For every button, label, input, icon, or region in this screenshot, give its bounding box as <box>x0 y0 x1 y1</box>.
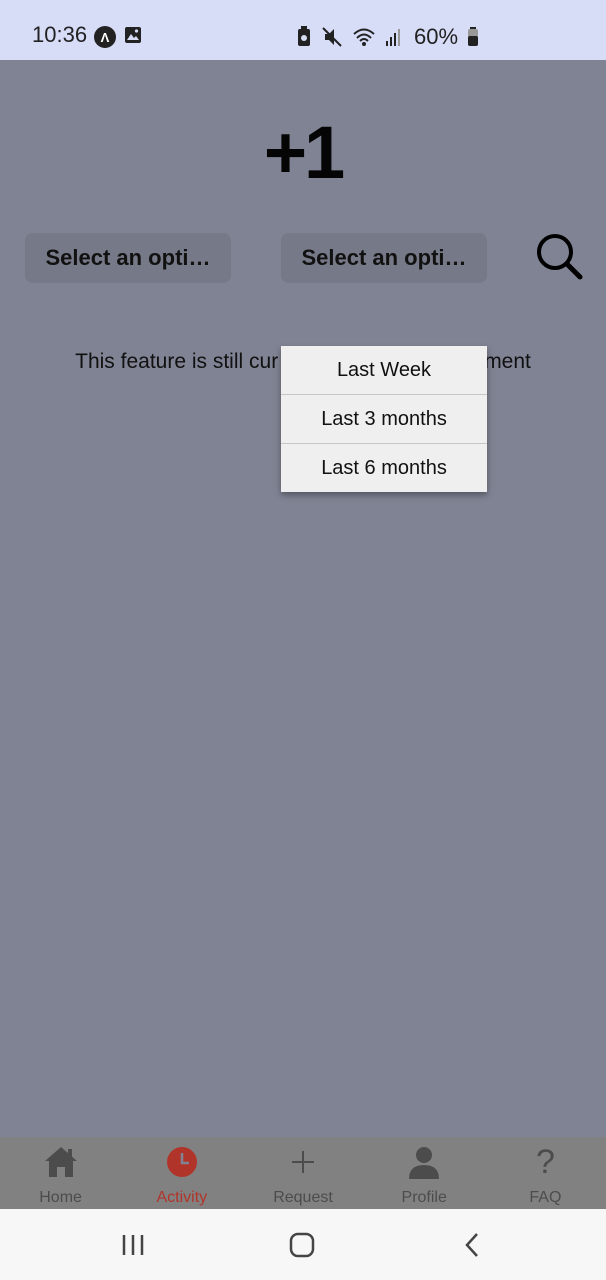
battery-icon <box>468 27 479 46</box>
bottom-nav: Home Activity Request Profile ? FAQ <box>0 1137 606 1209</box>
home-icon <box>44 1147 77 1177</box>
nav-item-request[interactable]: Request <box>242 1137 363 1209</box>
status-bar: 10:36 Λ 60% <box>0 0 606 60</box>
dropdown-option-last-3-months[interactable]: Last 3 months <box>281 395 487 444</box>
feature-message-left: This feature is still cur <box>75 350 279 373</box>
battery-percent: 60% <box>414 24 459 49</box>
image-notification-icon <box>125 27 141 43</box>
nav-item-profile[interactable]: Profile <box>364 1137 485 1209</box>
select-dropdown-1[interactable]: Select an opti… <box>25 233 231 283</box>
plus-icon <box>292 1151 314 1173</box>
search-icon[interactable] <box>533 230 585 282</box>
signal-icon <box>386 29 400 46</box>
mute-icon <box>322 27 342 47</box>
nav-item-home[interactable]: Home <box>0 1137 121 1209</box>
nav-item-activity[interactable]: Activity <box>121 1137 242 1209</box>
clock-icon <box>166 1147 197 1177</box>
nav-label-profile: Profile <box>401 1189 447 1206</box>
nav-item-faq[interactable]: ? FAQ <box>485 1137 606 1209</box>
status-time: 10:36 <box>32 22 88 47</box>
wifi-icon <box>353 28 375 46</box>
nav-label-request: Request <box>273 1189 333 1206</box>
nav-label-home: Home <box>39 1189 82 1206</box>
dropdown-option-last-week[interactable]: Last Week <box>281 346 487 395</box>
back-icon[interactable] <box>458 1231 488 1259</box>
feature-message-right: ment <box>484 350 531 373</box>
person-icon <box>409 1147 440 1179</box>
question-icon: ? <box>535 1143 555 1181</box>
battery-saver-icon <box>298 26 310 46</box>
app-notification-icon: Λ <box>94 26 116 48</box>
main-content: +1 Select an opti… Select an opti… This … <box>0 60 606 1137</box>
select-dropdown-2[interactable]: Select an opti… <box>281 233 487 283</box>
system-nav-bar <box>0 1209 606 1280</box>
page-title: +1 <box>263 111 345 194</box>
dropdown-menu: Last Week Last 3 months Last 6 months <box>281 346 487 492</box>
nav-label-faq: FAQ <box>529 1189 562 1206</box>
home-button-icon[interactable] <box>287 1231 317 1259</box>
recent-apps-icon[interactable] <box>118 1231 148 1259</box>
nav-label-activity: Activity <box>156 1189 208 1206</box>
dropdown-option-last-6-months[interactable]: Last 6 months <box>281 444 487 492</box>
status-right-icons: 60% <box>296 24 479 50</box>
status-left-icons: Λ <box>94 26 142 48</box>
